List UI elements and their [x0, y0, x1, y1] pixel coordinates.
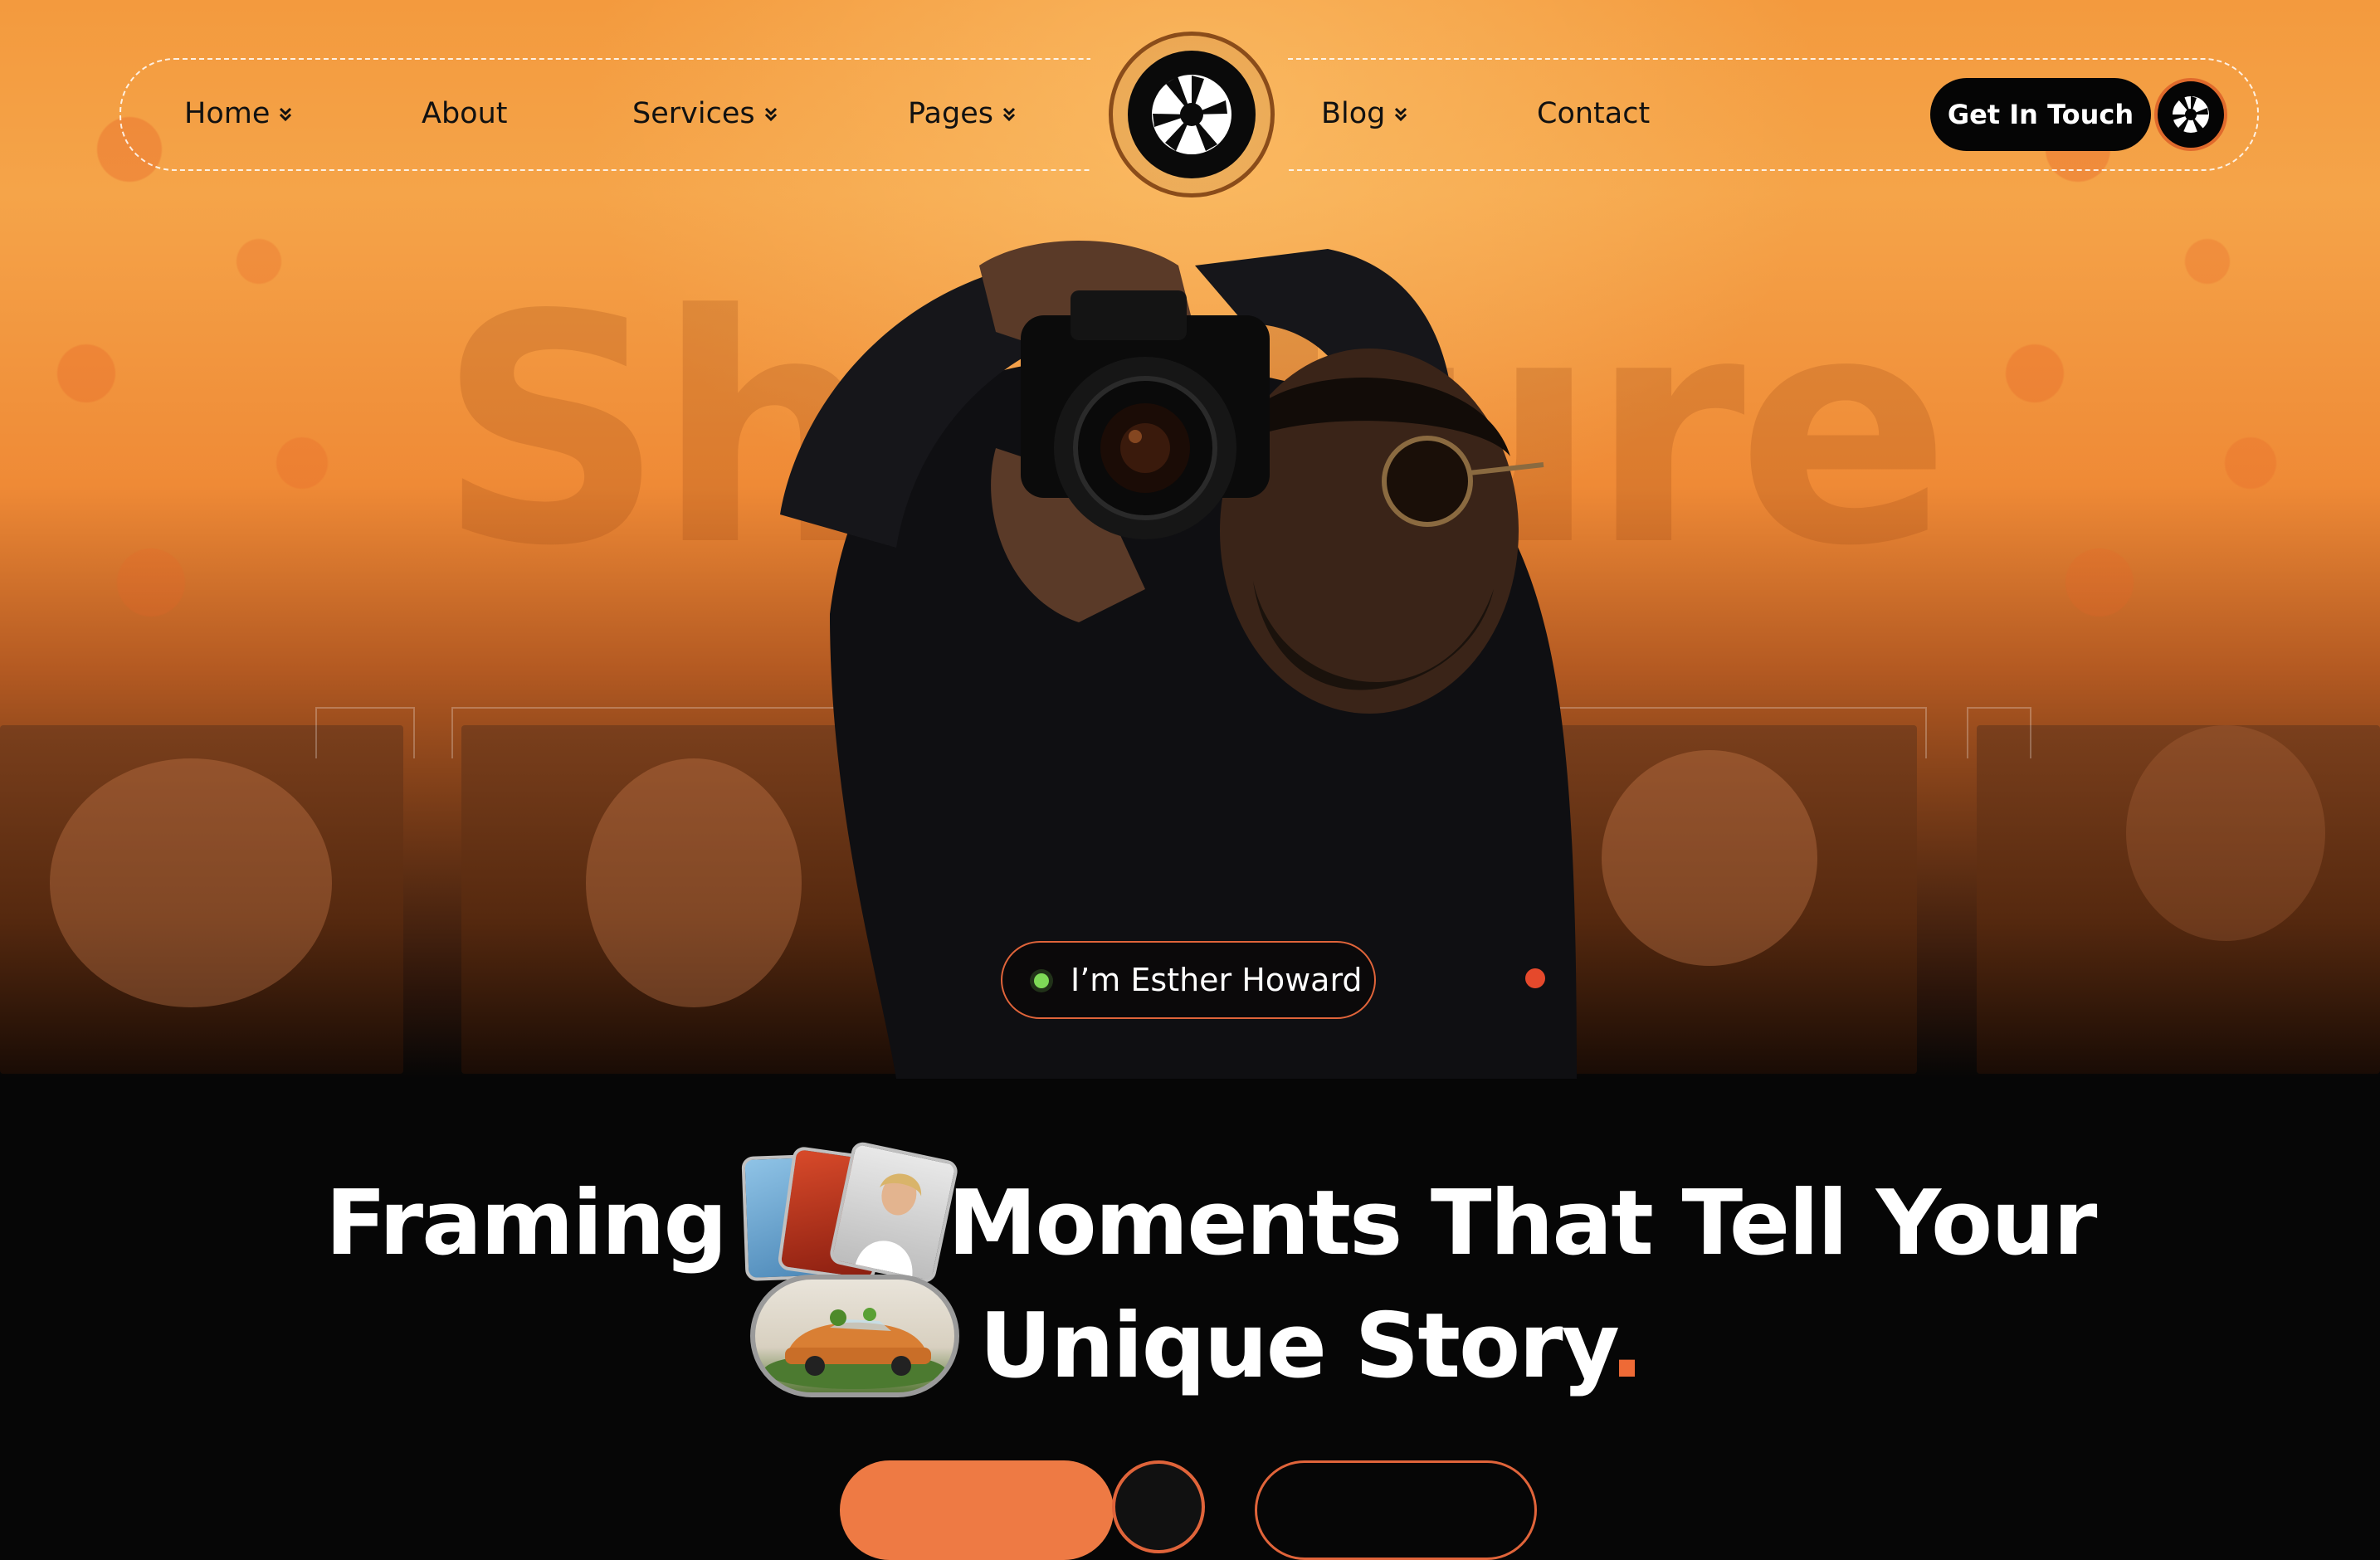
double-chevron-down-icon [1395, 107, 1407, 122]
headline-car-photo [750, 1275, 959, 1397]
secondary-action-button[interactable] [1255, 1460, 1537, 1560]
online-status-dot [1034, 973, 1049, 988]
nav-item-label: Contact [1537, 97, 1651, 130]
nav-item-pages[interactable]: Pages [908, 93, 1018, 134]
nav-item-label: Pages [908, 97, 993, 130]
camera-aperture-icon [2172, 96, 2209, 133]
get-in-touch-button[interactable]: Get In Touch [1930, 78, 2151, 151]
headline-line1-rest: Moments That Tell Your [948, 1172, 2097, 1275]
headline-line2: Unique Story. [979, 1285, 1644, 1409]
nav-item-home[interactable]: Home [184, 93, 295, 134]
nav-item-label: Home [184, 97, 271, 130]
nav-item-services[interactable]: Services [632, 93, 780, 134]
nav-item-label: Blog [1321, 97, 1386, 130]
nav-item-contact[interactable]: Contact [1537, 93, 1650, 134]
name-badge-text: I’m Esther Howard [1071, 962, 1363, 998]
headline-word-framing: Framing [325, 1172, 728, 1275]
portrait-photo-street [1967, 707, 2380, 1074]
headline-line2-text: Unique Story [979, 1294, 1612, 1398]
nav-item-blog[interactable]: Blog [1321, 93, 1410, 134]
camera-aperture-icon [1152, 75, 1231, 154]
primary-action-button[interactable] [840, 1460, 1114, 1560]
portrait-photo-eye [0, 707, 415, 1074]
logo-badge [1128, 51, 1256, 178]
headline-photo-cards [739, 1140, 960, 1286]
portrait-illustration [855, 1173, 922, 1277]
double-chevron-down-icon [1002, 107, 1016, 122]
decorative-red-dot [1525, 968, 1545, 988]
name-badge: I’m Esther Howard [1001, 941, 1376, 1019]
nav-item-label: About [422, 97, 508, 130]
double-chevron-down-icon [764, 107, 777, 122]
primary-action-icon-button[interactable] [1112, 1460, 1205, 1553]
double-chevron-down-icon [280, 107, 292, 122]
main-navigation: Home About Services Pages Blog Contact G… [119, 32, 2259, 197]
get-in-touch-icon-button[interactable] [2154, 78, 2227, 151]
orange-car-illustration [763, 1308, 946, 1389]
site-logo[interactable] [1109, 32, 1275, 197]
nav-item-about[interactable]: About [422, 93, 507, 134]
headline-accent-dot: . [1610, 1294, 1644, 1398]
nav-item-label: Services [632, 97, 755, 130]
